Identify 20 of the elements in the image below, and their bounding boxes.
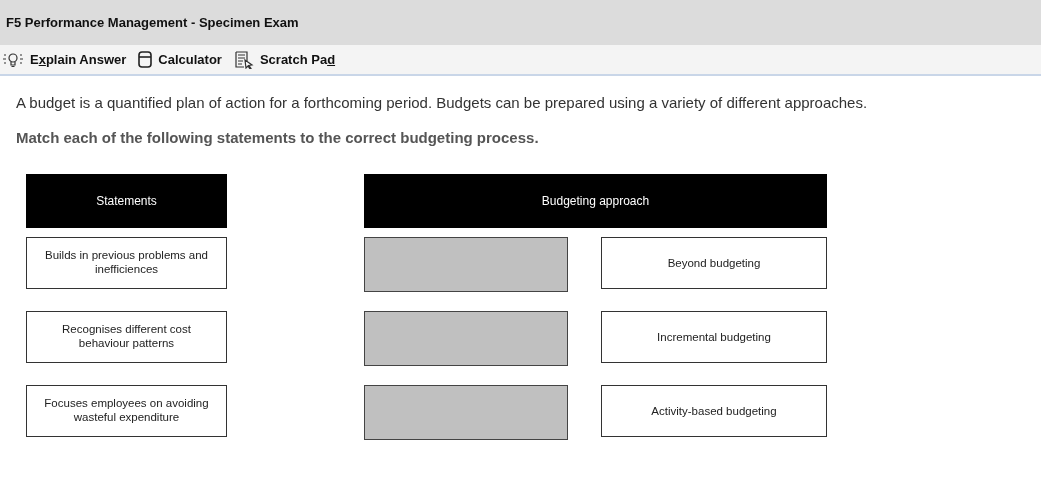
drop-zone[interactable] [364, 385, 568, 440]
drop-zone[interactable] [364, 237, 568, 292]
window-title: F5 Performance Management - Specimen Exam [6, 15, 299, 30]
document-cursor-icon [233, 50, 254, 69]
drop-zone[interactable] [364, 311, 568, 366]
statement-card[interactable]: Recognises different cost behaviour patterns [26, 311, 227, 363]
column-header: Budgeting approach [364, 174, 827, 228]
answer-option[interactable]: Incremental budgeting [601, 311, 827, 363]
intro-text: A budget is a quantified plan of action for a forthcoming period. Budgets can be prepared using a variety of different approaches. [16, 94, 869, 111]
answer-option[interactable]: Beyond budgeting [601, 237, 827, 289]
statement-card[interactable]: Builds in previous problems and inefficiences [26, 237, 227, 289]
calculator-icon [138, 51, 153, 68]
instruction-text: Match each of the following statements to the correct budgeting process. [16, 129, 540, 146]
toolbar-button[interactable]: Explain Answer [0, 51, 129, 68]
lightbulb-icon [2, 51, 24, 68]
toolbar-button[interactable]: Calculator [136, 51, 224, 68]
column-header: Statements [26, 174, 227, 228]
answer-option[interactable]: Activity-based budgeting [601, 385, 827, 437]
statement-card[interactable]: Focuses employees on avoiding wasteful expenditure [26, 385, 227, 437]
toolbar-button[interactable]: Scratch Pad [231, 50, 338, 69]
